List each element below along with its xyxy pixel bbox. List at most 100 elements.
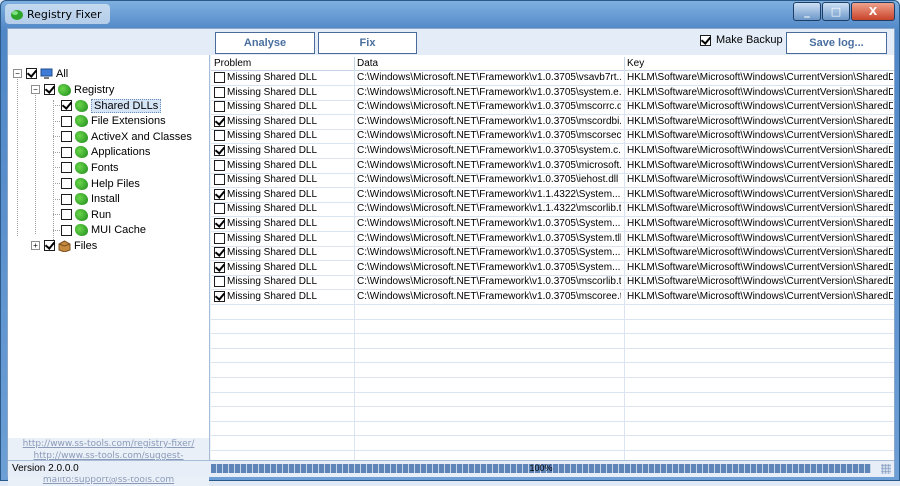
leaf-icon — [75, 177, 88, 190]
collapse-icon[interactable]: − — [13, 69, 22, 78]
tree-checkbox-registry[interactable] — [44, 84, 55, 95]
cell-key: HKLM\Software\Microsoft\Windows\CurrentV… — [627, 145, 893, 156]
column-divider[interactable] — [354, 57, 355, 70]
make-backup-checkbox[interactable] — [700, 34, 711, 46]
column-header-problem[interactable]: Problem — [214, 58, 251, 69]
column-header-data[interactable]: Data — [357, 58, 378, 69]
leaf-icon — [75, 99, 88, 112]
row-checkbox[interactable] — [214, 130, 225, 142]
table-row[interactable]: Missing Shared DLL C:\Windows\Microsoft.N… — [211, 100, 894, 116]
tree-node-item[interactable]: ActiveX and Classes — [53, 129, 192, 144]
app-window: Registry Fixer _ □ X Analyse Fix Make Ba… — [0, 0, 900, 486]
row-checkbox[interactable] — [214, 188, 225, 200]
row-checkbox[interactable] — [214, 72, 225, 83]
tree-guide — [53, 229, 60, 231]
row-checkbox[interactable] — [214, 247, 225, 259]
table-row[interactable]: Missing Shared DLL C:\Windows\Microsoft.N… — [211, 173, 894, 189]
row-checkbox[interactable] — [214, 159, 225, 171]
column-header-key[interactable]: Key — [627, 58, 644, 69]
title-bar[interactable]: Registry Fixer _ □ X — [1, 1, 899, 27]
cell-key: HKLM\Software\Microsoft\Windows\CurrentV… — [627, 174, 893, 186]
cell-problem: Missing Shared DLL — [227, 276, 318, 288]
tree-checkbox-files[interactable] — [44, 240, 55, 251]
column-divider[interactable] — [624, 57, 625, 70]
row-checkbox[interactable] — [214, 203, 225, 215]
tree-node-item[interactable]: MUI Cache — [53, 223, 146, 238]
cell-data: C:\Windows\Microsoft.NET\Framework\v1.1.… — [357, 188, 621, 200]
make-backup-option[interactable]: Make Backup — [700, 34, 783, 46]
row-checkbox[interactable] — [214, 174, 225, 186]
row-checkbox[interactable] — [214, 86, 225, 98]
cell-key: HKLM\Software\Microsoft\Windows\CurrentV… — [627, 159, 893, 171]
tree-item-checkbox[interactable] — [61, 209, 72, 221]
tree-node-item[interactable]: Install — [53, 192, 120, 207]
tree-item-checkbox[interactable] — [61, 146, 72, 158]
cell-problem: Missing Shared DLL — [227, 101, 318, 113]
table-row[interactable]: Missing Shared DLL C:\Windows\Microsoft.N… — [211, 232, 894, 247]
row-checkbox[interactable] — [214, 276, 225, 288]
tree-item-checkbox[interactable] — [61, 178, 72, 189]
tree-node-item[interactable]: Fonts — [53, 160, 119, 175]
table-row[interactable]: Missing Shared DLL C:\Windows\Microsoft.N… — [211, 202, 894, 218]
table-row[interactable]: Missing Shared DLL C:\Windows\Microsoft.N… — [211, 261, 894, 276]
table-row[interactable]: Missing Shared DLL C:\Windows\Microsoft.N… — [211, 275, 894, 291]
tree-guide — [53, 120, 60, 122]
maximize-button[interactable]: □ — [822, 2, 850, 21]
tree-item-checkbox[interactable] — [61, 115, 72, 127]
minimize-button[interactable]: _ — [793, 2, 821, 21]
tree-node-files[interactable]: + Files — [31, 238, 97, 253]
cell-problem: Missing Shared DLL — [227, 72, 318, 83]
version-label: Version 2.0.0.0 — [12, 463, 79, 474]
leaf-icon — [75, 193, 88, 206]
table-row[interactable]: Missing Shared DLL C:\Windows\Microsoft.N… — [211, 217, 894, 232]
expand-icon[interactable]: + — [31, 241, 40, 250]
category-tree: − All − Registry Shared DLLs File Extensi… — [8, 55, 210, 486]
row-checkbox[interactable] — [214, 115, 225, 127]
tree-item-checkbox[interactable] — [61, 162, 72, 174]
table-row[interactable]: Missing Shared DLL C:\Windows\Microsoft.N… — [211, 144, 894, 159]
tree-guide — [53, 151, 60, 153]
tree-node-registry[interactable]: − Registry — [31, 82, 114, 97]
collapse-icon[interactable]: − — [31, 85, 40, 94]
tree-item-checkbox[interactable] — [61, 100, 72, 111]
tree-node-item[interactable]: Applications — [53, 145, 150, 160]
link-registry-fixer[interactable]: http://www.ss-tools.com/registry-fixer/ — [8, 438, 209, 450]
table-row[interactable]: Missing Shared DLL C:\Windows\Microsoft.N… — [211, 188, 894, 203]
tree-node-item[interactable]: Run — [53, 207, 112, 222]
fix-button[interactable]: Fix — [318, 32, 417, 54]
tree-item-label: Run — [91, 208, 112, 221]
row-checkbox[interactable] — [214, 101, 225, 113]
tree-item-checkbox[interactable] — [61, 131, 72, 143]
table-row[interactable]: Missing Shared DLL C:\Windows\Microsoft.N… — [211, 159, 894, 174]
tree-node-item[interactable]: Help Files — [53, 176, 140, 191]
table-row[interactable]: Missing Shared DLL C:\Windows\Microsoft.N… — [211, 71, 894, 86]
table-row[interactable]: Missing Shared DLL C:\Windows\Microsoft.N… — [211, 86, 894, 101]
tree-node-all[interactable]: − All — [13, 66, 68, 81]
cell-problem: Missing Shared DLL — [227, 261, 318, 273]
cell-problem: Missing Shared DLL — [227, 174, 318, 186]
cell-data: C:\Windows\Microsoft.NET\Framework\v1.0.… — [357, 276, 621, 288]
row-checkbox[interactable] — [214, 291, 225, 302]
tree-item-checkbox[interactable] — [61, 224, 72, 236]
analyse-button[interactable]: Analyse — [215, 32, 315, 54]
tree-item-checkbox[interactable] — [61, 193, 72, 205]
row-checkbox[interactable] — [214, 232, 225, 244]
tree-node-item[interactable]: Shared DLLs — [53, 98, 162, 113]
row-checkbox[interactable] — [214, 261, 225, 273]
table-row[interactable]: Missing Shared DLL C:\Windows\Microsoft.N… — [211, 246, 894, 262]
cell-data: C:\Windows\Microsoft.NET\Framework\v1.0.… — [357, 86, 621, 98]
table-row — [211, 334, 894, 349]
table-row[interactable]: Missing Shared DLL C:\Windows\Microsoft.N… — [211, 290, 894, 305]
tree-checkbox-all[interactable] — [26, 68, 37, 79]
table-row[interactable]: Missing Shared DLL C:\Windows\Microsoft.N… — [211, 115, 894, 130]
title-tab: Registry Fixer — [5, 4, 110, 24]
box-icon — [58, 239, 71, 252]
tree-guide — [53, 105, 60, 106]
table-row[interactable]: Missing Shared DLL C:\Windows\Microsoft.N… — [211, 129, 894, 145]
resize-grip-icon[interactable] — [881, 464, 891, 474]
save-log-button[interactable]: Save log... — [786, 32, 887, 54]
close-button[interactable]: X — [851, 2, 895, 21]
row-checkbox[interactable] — [214, 145, 225, 156]
row-checkbox[interactable] — [214, 218, 225, 229]
tree-node-item[interactable]: File Extensions — [53, 114, 166, 129]
